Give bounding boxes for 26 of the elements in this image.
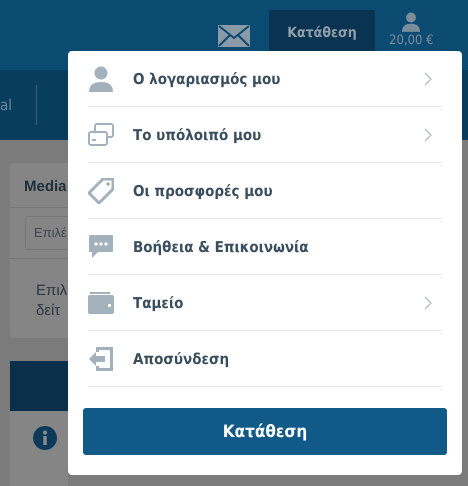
info-icon [33,426,57,450]
user-icon [88,66,114,92]
menu-item-label: Αποσύνδεση [133,350,230,368]
menu-item-label: Το υπόλοιπό μου [133,126,262,144]
cards-icon [88,122,114,146]
card-title: Media [23,177,67,197]
menu-item[interactable]: Αποσύνδεση [88,331,442,387]
logout-icon [88,346,114,372]
menu-item[interactable]: Βοήθεια & Επικοινωνία [88,219,442,275]
chat-icon [88,234,114,260]
tag-icon [88,178,114,204]
menu-item[interactable]: Ταμείο [88,275,442,331]
menu-item-label: Οι προσφορές μου [133,182,274,200]
menu-item[interactable]: Ο λογαριασμός μου [88,51,442,107]
balance-text: 20,00 € [389,33,434,48]
card-header [10,361,68,411]
wallet-icon [88,292,114,314]
menu-item-label: Ο λογαριασμός μου [133,70,282,88]
card-text: Επιλ δείτ [35,281,68,321]
mail-icon[interactable] [218,25,250,47]
user-icon[interactable] [402,12,420,32]
menu-item[interactable]: Το υπόλοιπό μου [88,107,442,163]
menu-item-label: Βοήθεια & Επικοινωνία [133,238,310,256]
deposit-button[interactable]: Κατάθεση [83,408,447,455]
menu-item-label: Ταμείο [133,294,184,312]
menu-item[interactable]: Οι προσφορές μου [88,163,442,219]
